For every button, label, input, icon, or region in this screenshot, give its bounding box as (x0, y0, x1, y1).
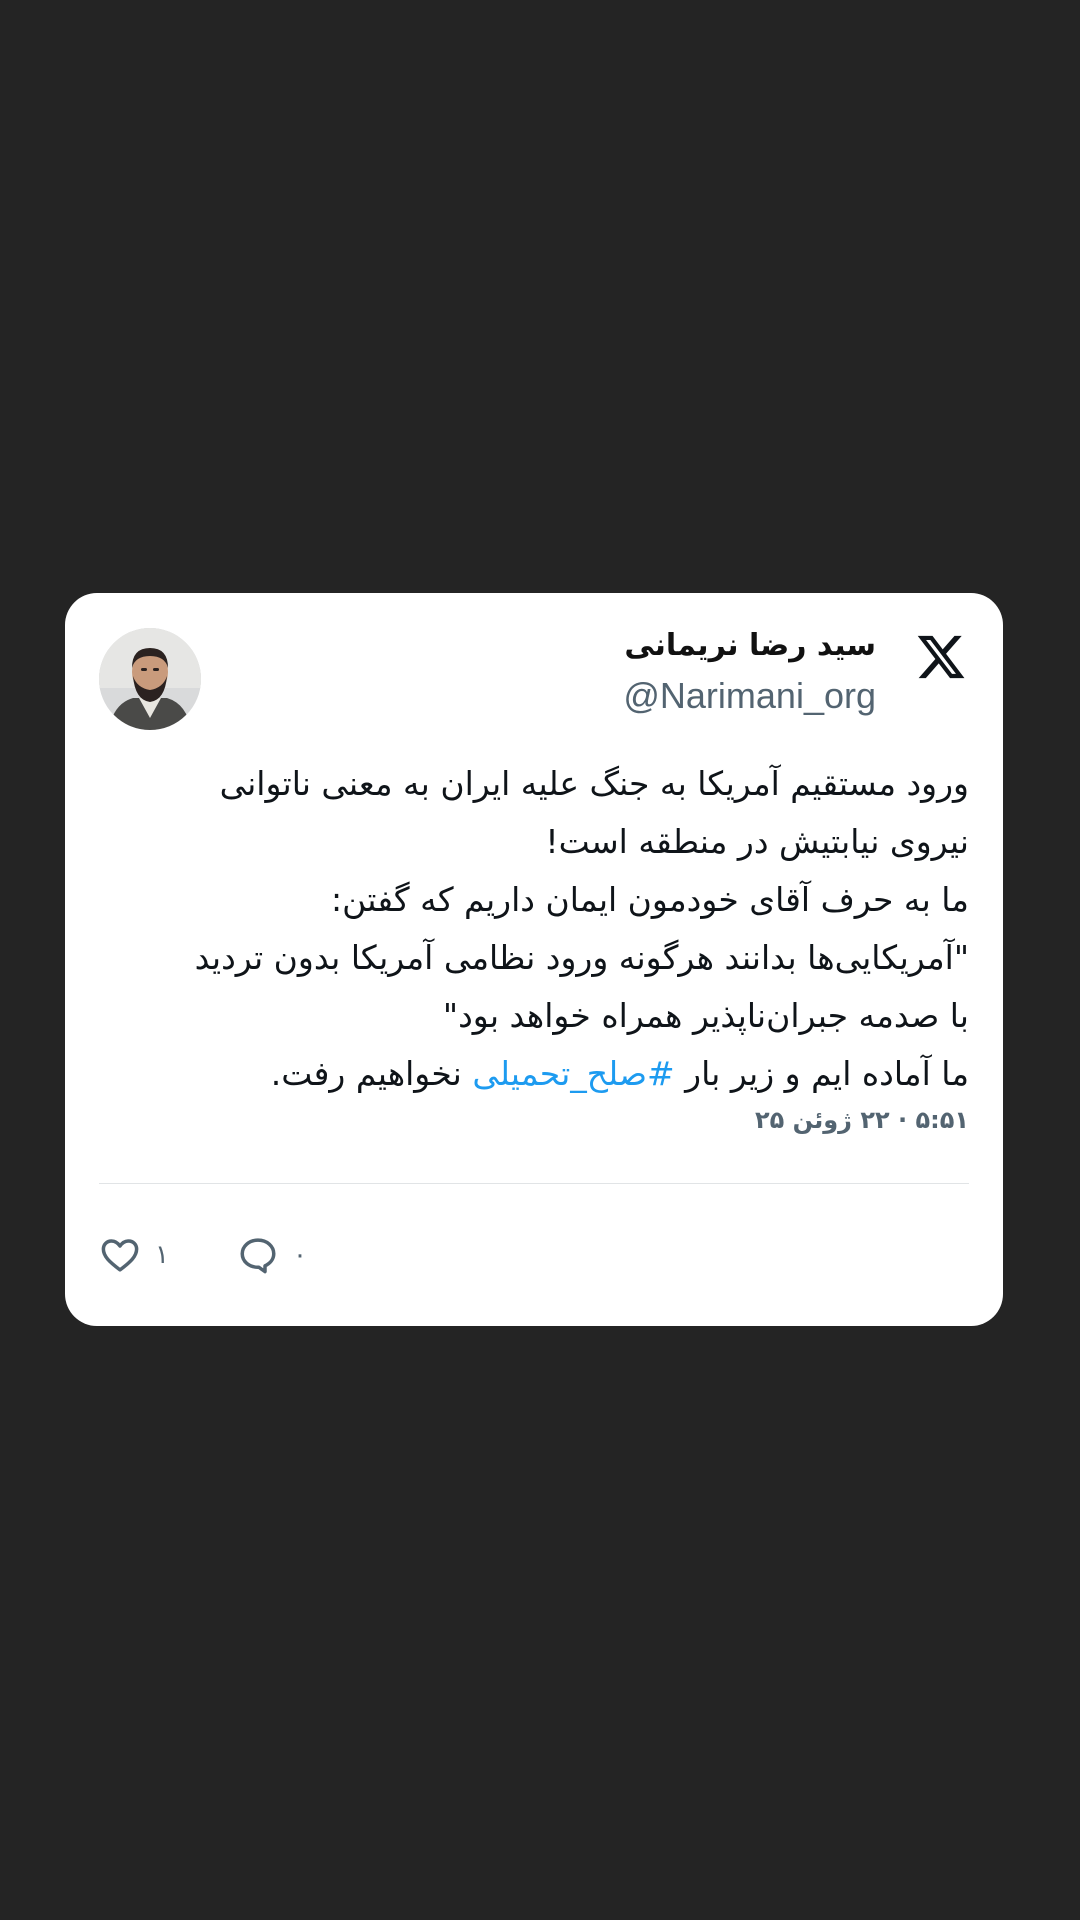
tweet-text-segment: ما آماده ایم و زیر بار (674, 1054, 969, 1093)
tweet-card[interactable]: سید رضا نریمانی @Narimani_org ورود مستقی… (65, 593, 1003, 1326)
reply-bubble-icon[interactable] (237, 1234, 279, 1276)
tweet-text: ورود مستقیم آمریکا به جنگ علیه ایران به … (89, 755, 969, 1103)
tweet-line: "آمریکایی‌ها بدانند هرگونه ورود نظامی آم… (194, 938, 969, 977)
tweet-line: نیروی نیابتیش در منطقه است! (545, 822, 969, 861)
hashtag-link[interactable]: #صلح_تحمیلی (472, 1054, 674, 1093)
author-name[interactable]: سید رضا نریمانی (624, 628, 876, 663)
tweet-line-last: ما آماده ایم و زیر بار #صلح_تحمیلی نخواه… (89, 1045, 969, 1103)
x-logo-icon (915, 631, 967, 683)
tweet-line: ورود مستقیم آمریکا به جنگ علیه ایران به … (219, 764, 969, 803)
tweet-line: با صدمه جبران‌ناپذیر همراه خواهد بود" (442, 996, 969, 1035)
avatar[interactable] (99, 628, 201, 730)
heart-icon[interactable] (99, 1234, 141, 1276)
screen-background: سید رضا نریمانی @Narimani_org ورود مستقی… (0, 0, 1080, 1920)
like-count: ۱ (155, 1240, 169, 1270)
tweet-actions: ۱ ۰ (99, 1233, 323, 1277)
author-handle[interactable]: @Narimani_org (623, 675, 876, 717)
tweet-line: ما به حرف آقای خودمون ایمان داریم که گفت… (331, 880, 969, 919)
tweet-timestamp[interactable]: ۵:۵۱ · ۲۲ ژوئن ۲۵ (755, 1106, 969, 1134)
tweet-text-segment: نخواهیم رفت. (270, 1054, 473, 1093)
reply-count: ۰ (293, 1240, 307, 1270)
divider (99, 1183, 969, 1184)
